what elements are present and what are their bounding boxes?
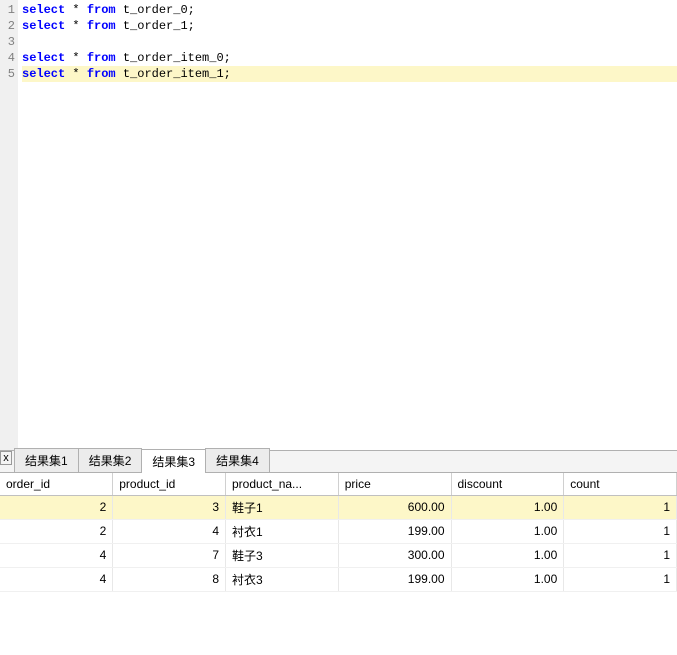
- cell[interactable]: 1: [564, 543, 677, 567]
- cell[interactable]: 300.00: [338, 543, 451, 567]
- cell[interactable]: 4: [0, 567, 113, 591]
- cell[interactable]: 鞋子1: [226, 495, 339, 519]
- code-line[interactable]: select * from t_order_item_1;: [22, 66, 677, 82]
- line-number: 3: [0, 34, 15, 50]
- line-number: 4: [0, 50, 15, 66]
- cell[interactable]: 2: [0, 495, 113, 519]
- table-row[interactable]: 48衬衣3199.001.001: [0, 567, 677, 591]
- code-area[interactable]: select * from t_order_0;select * from t_…: [18, 0, 677, 450]
- cell[interactable]: 衬衣1: [226, 519, 339, 543]
- table-row[interactable]: 47鞋子3300.001.001: [0, 543, 677, 567]
- column-header[interactable]: count: [564, 473, 677, 495]
- code-line[interactable]: [22, 34, 677, 50]
- result-tabs: 结果集1结果集2结果集3结果集4: [0, 451, 677, 473]
- table-header-row: order_idproduct_idproduct_na...pricedisc…: [0, 473, 677, 495]
- column-header[interactable]: order_id: [0, 473, 113, 495]
- cell[interactable]: 1: [564, 519, 677, 543]
- result-tab-3[interactable]: 结果集3: [141, 449, 206, 473]
- cell[interactable]: 4: [0, 543, 113, 567]
- line-number-gutter: 12345: [0, 0, 18, 450]
- result-tab-4[interactable]: 结果集4: [205, 448, 270, 472]
- line-number: 1: [0, 2, 15, 18]
- close-panel-button[interactable]: x: [0, 451, 12, 465]
- cell[interactable]: 199.00: [338, 519, 451, 543]
- cell[interactable]: 199.00: [338, 567, 451, 591]
- cell[interactable]: 1.00: [451, 495, 564, 519]
- cell[interactable]: 1.00: [451, 543, 564, 567]
- cell[interactable]: 7: [113, 543, 226, 567]
- cell[interactable]: 1.00: [451, 567, 564, 591]
- column-header[interactable]: discount: [451, 473, 564, 495]
- results-panel: x 结果集1结果集2结果集3结果集4 order_idproduct_idpro…: [0, 450, 677, 592]
- result-tab-1[interactable]: 结果集1: [14, 448, 79, 472]
- cell[interactable]: 3: [113, 495, 226, 519]
- cell[interactable]: 2: [0, 519, 113, 543]
- cell[interactable]: 8: [113, 567, 226, 591]
- table-row[interactable]: 23鞋子1600.001.001: [0, 495, 677, 519]
- cell[interactable]: 1.00: [451, 519, 564, 543]
- cell[interactable]: 1: [564, 495, 677, 519]
- column-header[interactable]: price: [338, 473, 451, 495]
- results-table[interactable]: order_idproduct_idproduct_na...pricedisc…: [0, 473, 677, 592]
- line-number: 2: [0, 18, 15, 34]
- cell[interactable]: 1: [564, 567, 677, 591]
- cell[interactable]: 4: [113, 519, 226, 543]
- code-line[interactable]: select * from t_order_item_0;: [22, 50, 677, 66]
- code-line[interactable]: select * from t_order_0;: [22, 2, 677, 18]
- column-header[interactable]: product_id: [113, 473, 226, 495]
- line-number: 5: [0, 66, 15, 82]
- column-header[interactable]: product_na...: [226, 473, 339, 495]
- cell[interactable]: 衬衣3: [226, 567, 339, 591]
- cell[interactable]: 鞋子3: [226, 543, 339, 567]
- sql-editor[interactable]: 12345 select * from t_order_0;select * f…: [0, 0, 677, 450]
- cell[interactable]: 600.00: [338, 495, 451, 519]
- table-row[interactable]: 24衬衣1199.001.001: [0, 519, 677, 543]
- code-line[interactable]: select * from t_order_1;: [22, 18, 677, 34]
- result-tab-2[interactable]: 结果集2: [78, 448, 143, 472]
